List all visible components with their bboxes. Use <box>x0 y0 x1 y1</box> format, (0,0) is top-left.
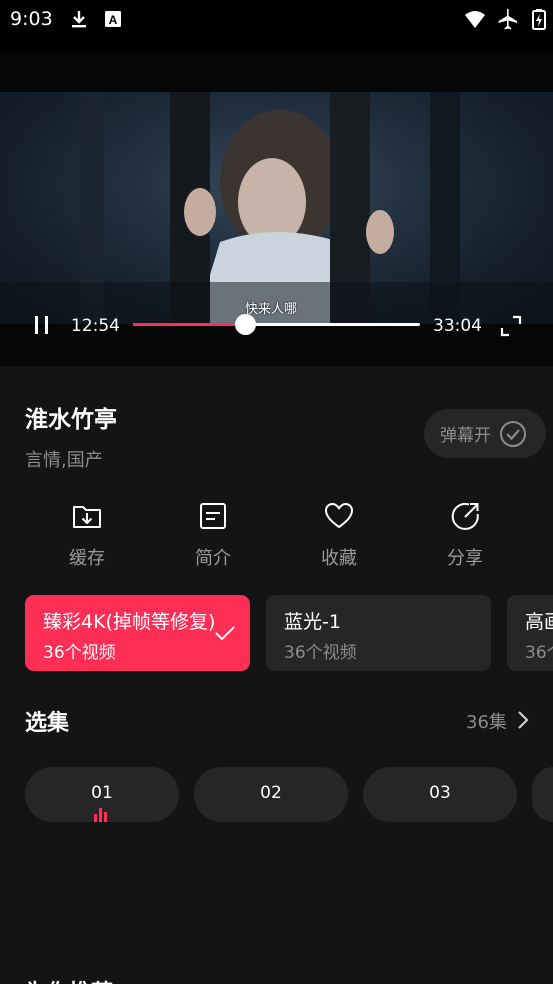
quality-name: 臻彩4K(掉帧等修复) <box>43 611 216 633</box>
svg-text:A: A <box>109 13 118 27</box>
danmu-toggle-button[interactable]: 弹幕开 <box>424 409 546 458</box>
episodes-title: 选集 <box>25 711 70 736</box>
episode-number: 02 <box>260 783 282 803</box>
episode-item[interactable]: 01 <box>25 767 179 822</box>
airplane-mode-icon <box>498 9 517 30</box>
current-time: 12:54 <box>71 316 120 336</box>
quality-name: 蓝光-1 <box>284 611 341 633</box>
status-bar: 9:03 A <box>0 0 553 40</box>
recommendations-title: 为你推荐 <box>25 975 113 984</box>
download-folder-icon <box>73 506 101 528</box>
intro-button[interactable]: 简介 <box>173 500 253 570</box>
quality-name: 高画 <box>525 611 553 633</box>
episode-item[interactable]: 02 <box>194 767 348 822</box>
episode-number: 01 <box>91 783 113 803</box>
battery-charging-icon <box>532 9 546 30</box>
video-frame[interactable] <box>0 92 553 324</box>
pause-bar-left <box>35 316 38 334</box>
fullscreen-icon[interactable] <box>500 315 522 337</box>
quality-option-hd[interactable]: 高画 36个 <box>507 595 553 671</box>
video-still <box>0 92 553 324</box>
status-time: 9:03 <box>10 8 53 30</box>
a-badge-icon: A <box>105 11 121 27</box>
check-circle-icon <box>500 420 526 447</box>
document-icon <box>200 503 226 529</box>
show-genre: 言情,国产 <box>25 450 103 471</box>
progress-fill <box>133 323 245 326</box>
progress-thumb[interactable] <box>234 314 256 335</box>
wifi-icon <box>465 11 485 28</box>
quality-count: 36个视频 <box>43 643 116 663</box>
heart-icon <box>325 503 353 528</box>
danmaku-comment: 快来人哪 <box>245 302 298 317</box>
quality-option-4k[interactable]: 臻彩4K(掉帧等修复) 36个视频 <box>25 595 250 671</box>
now-playing-icon <box>92 807 112 822</box>
episode-item[interactable]: 03 <box>363 767 517 822</box>
danmu-toggle-label: 弹幕开 <box>440 426 491 446</box>
action-label: 缓存 <box>69 548 105 569</box>
quality-count: 36个视频 <box>284 643 357 663</box>
favorite-button[interactable]: 收藏 <box>299 500 379 570</box>
pause-bar-right <box>45 316 48 334</box>
pause-button[interactable] <box>33 316 51 334</box>
episode-item-partial[interactable] <box>532 767 553 822</box>
quality-option-bluray[interactable]: 蓝光-1 36个视频 <box>266 595 491 671</box>
video-player[interactable]: 快来人哪 12:54 33:04 <box>0 52 553 366</box>
episode-number: 03 <box>429 783 451 803</box>
share-button[interactable]: 分享 <box>425 500 505 570</box>
action-label: 分享 <box>447 548 483 569</box>
action-label: 简介 <box>195 548 231 569</box>
action-label: 收藏 <box>321 548 357 569</box>
status-spacer <box>0 40 553 52</box>
total-time: 33:04 <box>433 316 482 336</box>
share-icon <box>451 502 479 530</box>
episode-count-link[interactable]: 36集 <box>466 708 507 734</box>
download-icon <box>72 11 86 28</box>
chevron-right-icon[interactable] <box>516 710 530 730</box>
cache-button[interactable]: 缓存 <box>47 500 127 570</box>
show-title: 淮水竹亭 <box>25 407 117 433</box>
check-icon <box>215 626 235 641</box>
progress-slider[interactable] <box>133 314 420 335</box>
quality-count: 36个 <box>525 643 553 663</box>
